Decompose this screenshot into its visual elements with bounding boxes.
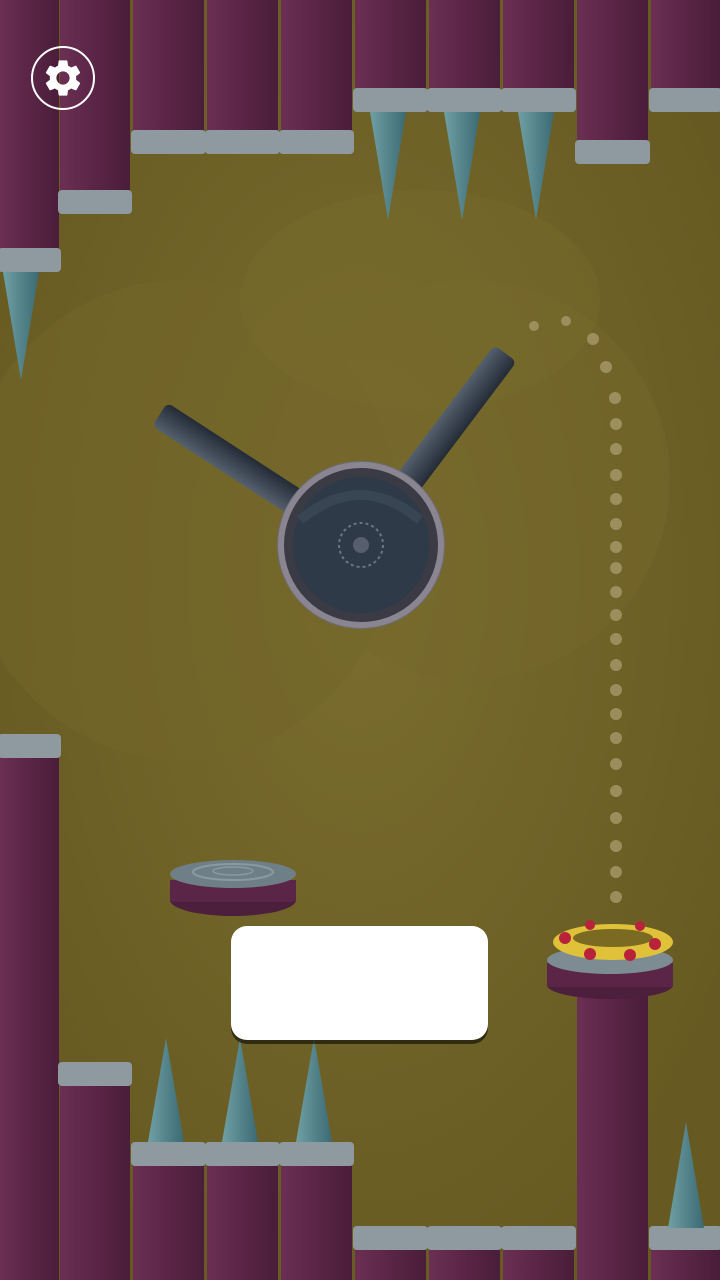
floating-platform — [170, 860, 296, 916]
settings-button[interactable] — [31, 46, 95, 110]
message-popup[interactable] — [231, 926, 488, 1040]
background-hill — [240, 190, 600, 410]
game-scene — [0, 0, 720, 1280]
gear-icon — [45, 60, 81, 96]
